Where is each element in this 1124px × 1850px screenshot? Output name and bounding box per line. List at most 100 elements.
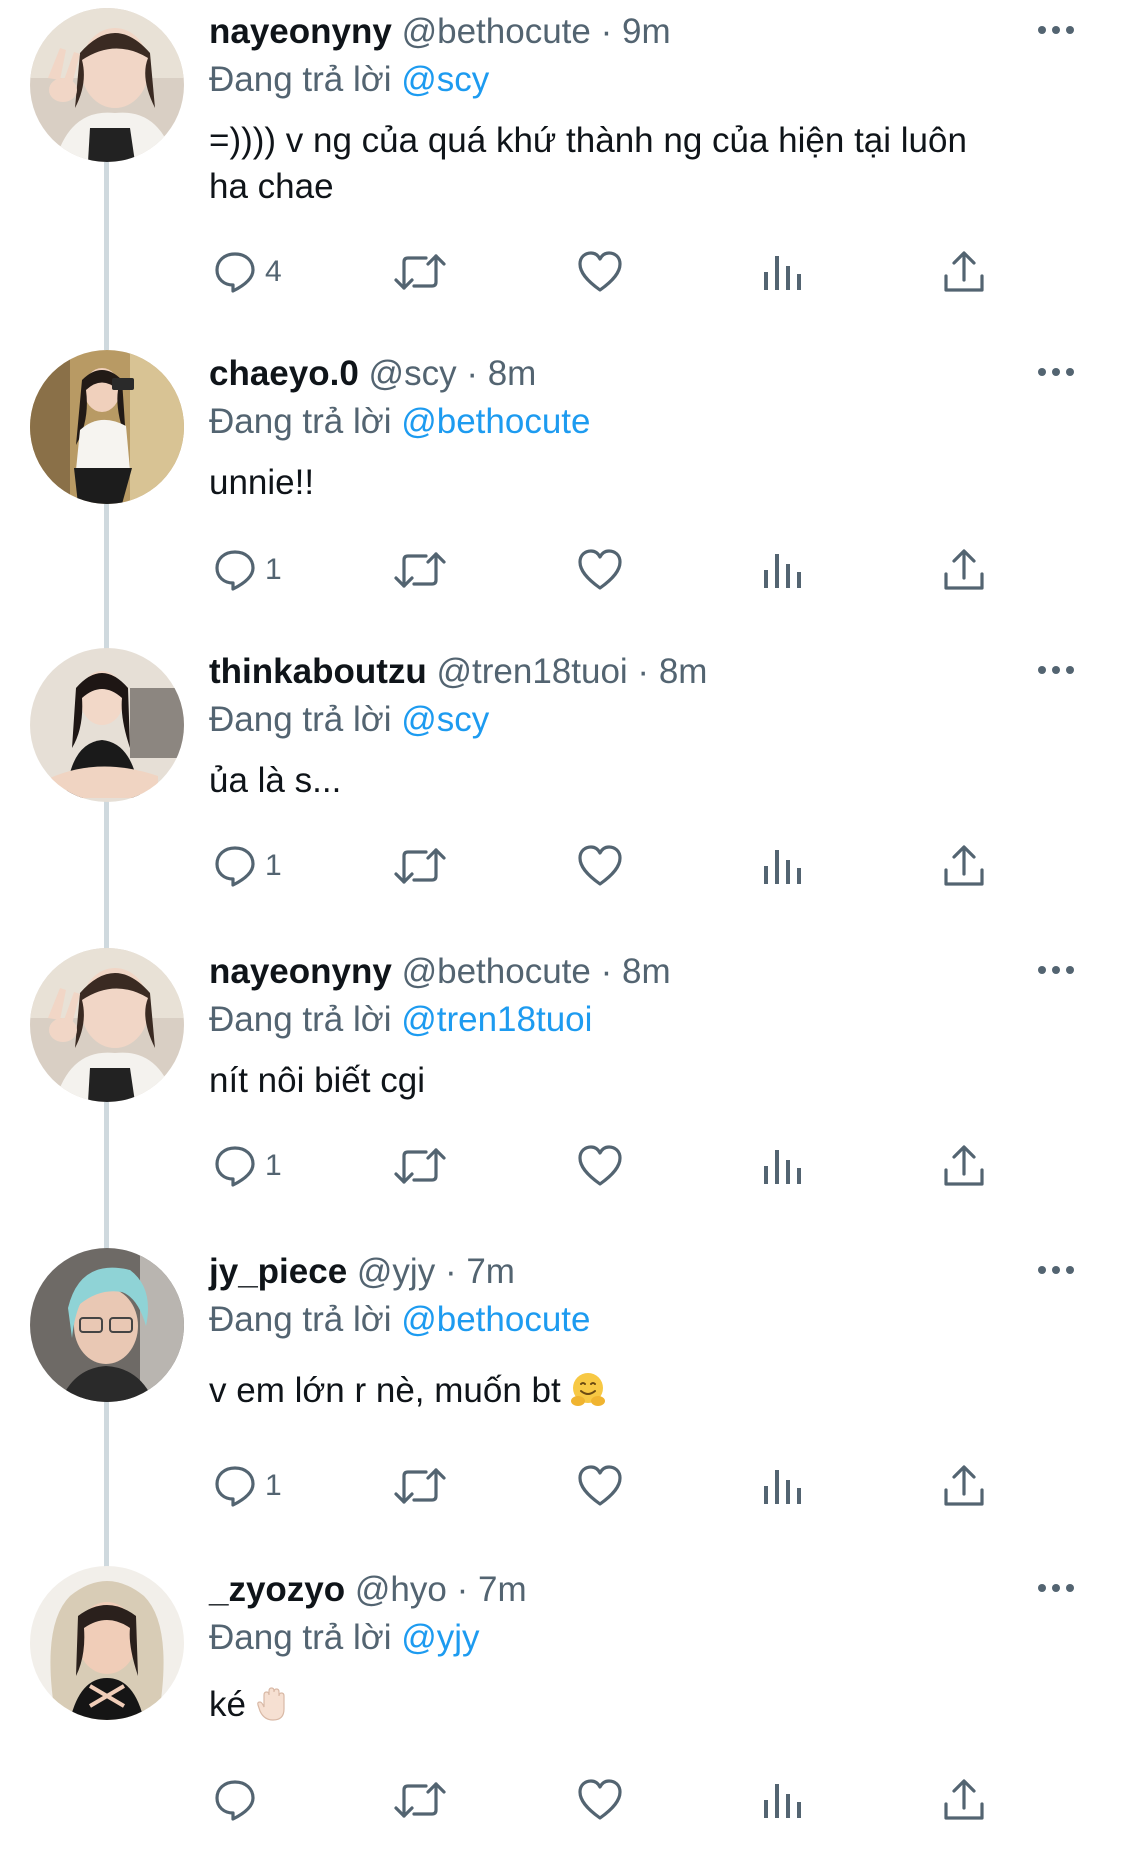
timestamp[interactable]: 8m (622, 952, 671, 991)
avatar[interactable] (30, 350, 184, 504)
tweet[interactable]: chaeyo.0 @scy · 8m Đang trả lời @bethocu… (0, 342, 1124, 652)
hugging-face-emoji (569, 1371, 607, 1409)
retweet-button[interactable] (392, 545, 448, 595)
more-options-button[interactable] (1032, 1568, 1080, 1608)
like-button[interactable] (576, 247, 624, 297)
tweet[interactable]: jy_piece @yjy · 7m Đang trả lời @bethocu… (0, 1240, 1124, 1570)
action-bar: 1 (0, 1461, 1124, 1511)
share-button[interactable] (940, 1461, 988, 1511)
more-dots-icon (1038, 666, 1074, 674)
tweet-text: ủa là s... (209, 758, 1069, 804)
mention-link[interactable]: @bethocute (401, 402, 590, 441)
more-options-button[interactable] (1032, 352, 1080, 392)
views-button[interactable] (760, 1775, 804, 1825)
reply-button[interactable] (211, 1775, 265, 1825)
user-handle[interactable]: @hyo (355, 1570, 447, 1609)
retweet-button[interactable] (392, 1461, 448, 1511)
tweet-header: nayeonyny @bethocute · 9m (209, 8, 671, 56)
avatar[interactable] (30, 8, 184, 162)
mention-link[interactable]: @bethocute (401, 1300, 590, 1339)
reply-button[interactable]: 4 (211, 247, 282, 297)
timestamp[interactable]: 7m (466, 1252, 515, 1291)
timestamp[interactable]: 8m (659, 652, 708, 691)
share-button[interactable] (940, 841, 988, 891)
replying-to-label: Đang trả lời (209, 402, 392, 441)
avatar[interactable] (30, 1566, 184, 1720)
heart-icon (578, 1145, 622, 1186)
more-options-button[interactable] (1032, 950, 1080, 990)
views-button[interactable] (760, 1461, 804, 1511)
views-button[interactable] (760, 841, 804, 891)
heart-icon (578, 549, 622, 590)
reply-button[interactable]: 1 (211, 1141, 282, 1191)
share-icon (944, 1779, 984, 1820)
replying-to: Đang trả lời @bethocute (209, 398, 590, 446)
tweet-text-line: ha chae (209, 167, 334, 206)
reply-button[interactable]: 1 (211, 841, 282, 891)
avatar[interactable] (30, 948, 184, 1102)
retweet-button[interactable] (392, 247, 448, 297)
retweet-button[interactable] (392, 841, 448, 891)
reply-button[interactable]: 1 (211, 545, 282, 595)
mention-link[interactable]: @yjy (401, 1618, 479, 1657)
views-button[interactable] (760, 545, 804, 595)
tweet[interactable]: nayeonyny @bethocute · 8m Đang trả lời @… (0, 940, 1124, 1250)
mention-link[interactable]: @tren18tuoi (401, 1000, 592, 1039)
share-button[interactable] (940, 1141, 988, 1191)
retweet-icon (394, 1782, 446, 1818)
user-handle[interactable]: @bethocute (402, 12, 591, 51)
like-button[interactable] (576, 1141, 624, 1191)
like-button[interactable] (576, 545, 624, 595)
separator-dot: · (600, 952, 613, 991)
more-options-button[interactable] (1032, 1250, 1080, 1290)
share-button[interactable] (940, 545, 988, 595)
mention-link[interactable]: @scy (401, 60, 489, 99)
display-name[interactable]: _zyozyo (209, 1570, 345, 1609)
heart-icon (578, 845, 622, 886)
retweet-button[interactable] (392, 1775, 448, 1825)
tweet-text: nít nôi biết cgi (209, 1058, 1069, 1104)
share-button[interactable] (940, 247, 988, 297)
display-name[interactable]: nayeonyny (209, 12, 392, 51)
action-bar: 1 (0, 841, 1124, 891)
tweet[interactable]: nayeonyny @bethocute · 9m Đang trả lời @… (0, 0, 1124, 350)
timestamp[interactable]: 9m (622, 12, 671, 51)
tweet[interactable]: _zyozyo @hyo · 7m Đang trả lời @yjy ké (0, 1558, 1124, 1850)
replying-to: Đang trả lời @yjy (209, 1614, 480, 1662)
views-button[interactable] (760, 1141, 804, 1191)
separator-dot: · (637, 652, 650, 691)
like-button[interactable] (576, 1775, 624, 1825)
reply-button[interactable]: 1 (211, 1461, 282, 1511)
display-name[interactable]: chaeyo.0 (209, 354, 359, 393)
user-handle[interactable]: @bethocute (402, 952, 591, 991)
views-button[interactable] (760, 247, 804, 297)
display-name[interactable]: nayeonyny (209, 952, 392, 991)
like-button[interactable] (576, 1461, 624, 1511)
retweet-button[interactable] (392, 1141, 448, 1191)
timestamp[interactable]: 7m (478, 1570, 527, 1609)
tweet[interactable]: thinkaboutzu @tren18tuoi · 8m Đang trả l… (0, 640, 1124, 950)
heart-icon (578, 1779, 622, 1820)
timestamp[interactable]: 8m (488, 354, 537, 393)
heart-icon (578, 251, 622, 292)
reply-bubble-icon (215, 550, 255, 591)
mention-link[interactable]: @scy (401, 700, 489, 739)
share-button[interactable] (940, 1775, 988, 1825)
avatar[interactable] (30, 648, 184, 802)
replying-to: Đang trả lời @scy (209, 56, 489, 104)
views-bar-icon (764, 850, 801, 884)
more-dots-icon (1038, 368, 1074, 376)
retweet-icon (394, 552, 446, 588)
more-options-button[interactable] (1032, 650, 1080, 690)
user-handle[interactable]: @yjy (357, 1252, 435, 1291)
user-handle[interactable]: @scy (369, 354, 457, 393)
retweet-icon (394, 1468, 446, 1504)
avatar[interactable] (30, 1248, 184, 1402)
like-button[interactable] (576, 841, 624, 891)
user-handle[interactable]: @tren18tuoi (436, 652, 627, 691)
display-name[interactable]: jy_piece (209, 1252, 347, 1291)
display-name[interactable]: thinkaboutzu (209, 652, 427, 691)
reply-bubble-icon (215, 1466, 255, 1507)
more-options-button[interactable] (1032, 10, 1080, 50)
replying-to: Đang trả lời @scy (209, 696, 489, 744)
